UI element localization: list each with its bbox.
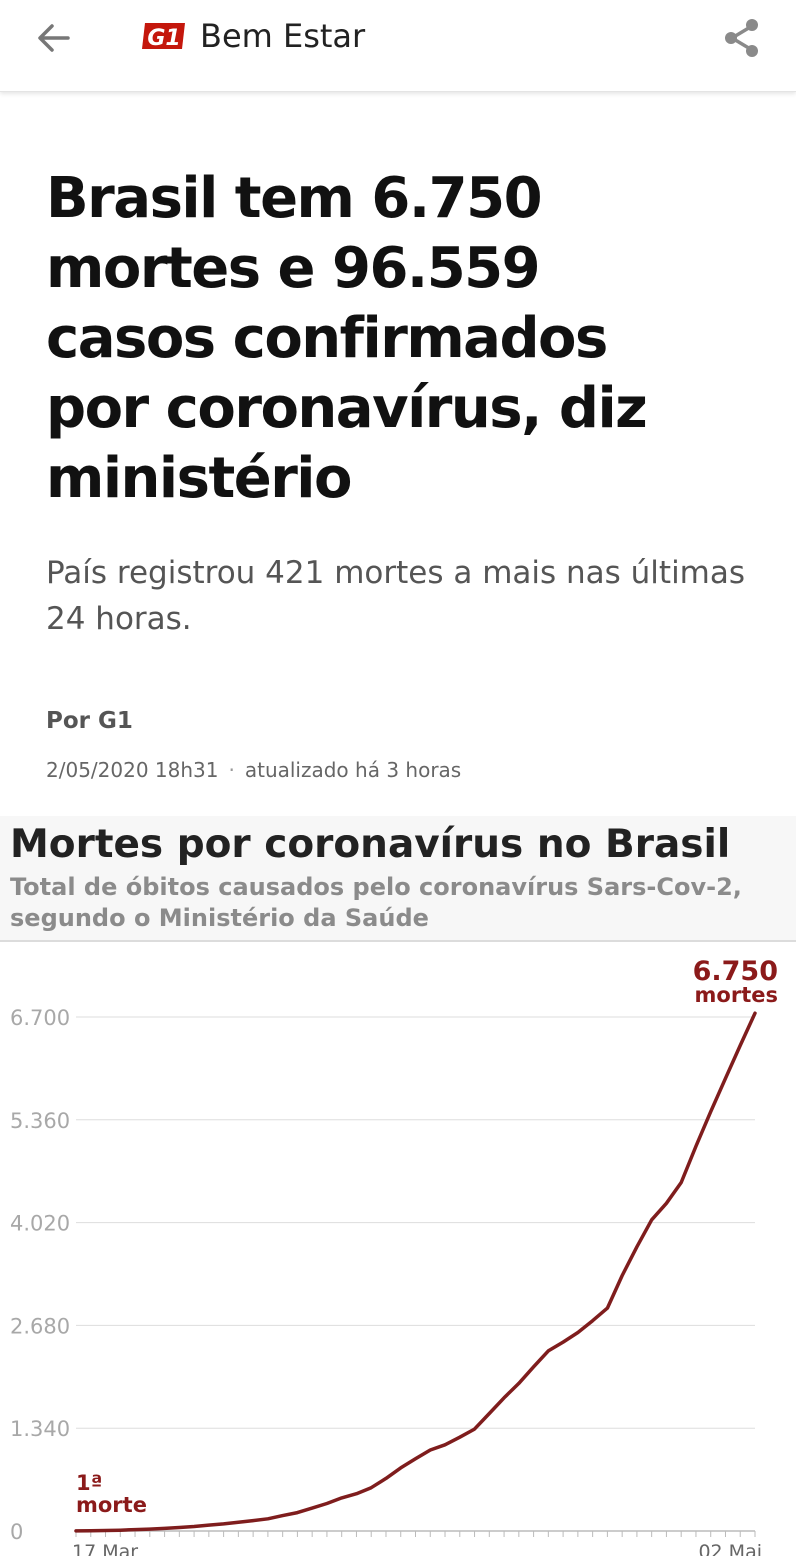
share-button[interactable] — [718, 14, 766, 62]
section-name: Bem Estar — [200, 17, 366, 55]
y-tick-label: 0 — [10, 1520, 23, 1544]
arrow-left-icon — [38, 24, 70, 52]
dateline: 2/05/2020 18h31 · atualizado há 3 horas — [46, 758, 461, 782]
article-headline: Brasil tem 6.750 mortes e 96.559 casos c… — [46, 166, 648, 511]
brand[interactable]: G1 Bem Estar — [142, 16, 365, 56]
dateline-separator: · — [228, 758, 235, 782]
back-button[interactable] — [30, 18, 78, 58]
article-subtitle: País registrou 421 mortes a mais nas últ… — [46, 555, 746, 637]
app-bar: G1 Bem Estar — [0, 0, 796, 92]
y-tick-label: 5.360 — [10, 1109, 70, 1133]
deaths-chart-card: Mortes por coronavírus no Brasil Total d… — [0, 816, 796, 1556]
x-label-last: 02 Mai — [698, 1541, 762, 1556]
published-date: 2/05/2020 18h31 — [46, 758, 219, 782]
updated-time: atualizado há 3 horas — [244, 758, 462, 782]
y-tick-label: 6.700 — [10, 1006, 70, 1030]
share-icon — [725, 19, 758, 57]
first-death-annotation-line2: morte — [76, 1493, 147, 1517]
y-tick-label: 4.020 — [10, 1212, 70, 1236]
first-death-annotation-line1: 1ª — [76, 1471, 102, 1495]
byline: Por G1 — [46, 708, 133, 734]
y-tick-label: 2.680 — [10, 1314, 70, 1338]
svg-text:G1: G1 — [147, 26, 180, 51]
x-label-first: 17 Mar — [72, 1541, 138, 1556]
deaths-line-chart: 0 1.340 2.680 4.020 5.360 6.700 17 Mar 02 Mai 1ª… — [10, 956, 778, 1556]
deaths-series-line — [74, 1011, 757, 1533]
latest-total-label: mortes — [695, 983, 778, 1007]
g1-logo: G1 — [142, 23, 185, 51]
y-tick-label: 1.340 — [10, 1417, 70, 1441]
